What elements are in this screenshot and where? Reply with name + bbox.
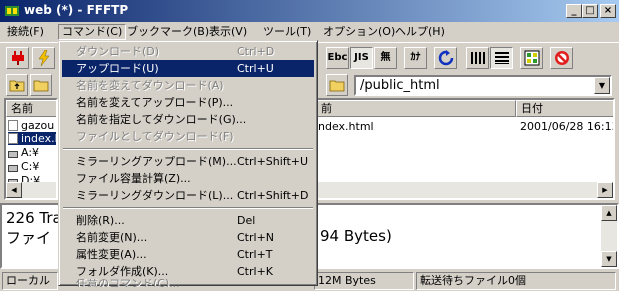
remote-hscrollbar[interactable]: ▶ <box>316 182 613 198</box>
menu-bar: 接続(F) コマンド(C) ブックマーク(B) 表示(V) ツール(T) オプシ… <box>0 22 619 41</box>
menu-upload[interactable]: アップロード(U) Ctrl+U <box>62 60 314 77</box>
remote-file-row[interactable]: ndex.html 2001/06/28 16:13 <box>318 120 613 133</box>
menu-download-as-file[interactable]: ファイルとしてダウンロード(F) <box>62 128 314 145</box>
remote-path-combobox[interactable]: /public_html ▼ <box>354 75 612 96</box>
remote-file-pane[interactable]: 前 日付 ndex.html 2001/06/28 16:13 ▶ <box>314 98 615 200</box>
stop-icon <box>554 51 569 65</box>
open-folder-icon <box>33 80 49 92</box>
up-folder-icon <box>9 80 25 92</box>
title-bar: web (*) - FFFTP _ □ × <box>0 0 619 22</box>
plug-icon <box>11 51 24 65</box>
remote-col-date-header[interactable]: 日付 <box>516 100 613 117</box>
remote-open-folder-button[interactable] <box>326 74 348 96</box>
connect-button[interactable] <box>6 47 29 69</box>
menu-separator <box>63 207 313 209</box>
menu-bookmark[interactable]: ブックマーク(B) <box>124 24 212 40</box>
file-icon <box>8 133 18 144</box>
sync-folders-icon <box>524 50 539 66</box>
menu-make-folder[interactable]: フォルダ作成(K)... Ctrl+K <box>62 263 314 280</box>
kana-button[interactable]: ｶﾅ <box>404 47 427 69</box>
menu-view[interactable]: 表示(V) <box>206 24 250 40</box>
lightning-icon <box>38 49 50 67</box>
list-view-icon <box>470 52 485 64</box>
menu-command[interactable]: コマンド(C) <box>58 24 127 40</box>
minimize-button[interactable]: _ <box>566 4 582 18</box>
remote-path-text: /public_html <box>360 78 440 93</box>
drive-icon <box>8 165 18 172</box>
status-local: ローカル <box>2 272 58 290</box>
refresh-icon <box>438 50 453 66</box>
menu-mirror-upload[interactable]: ミラーリングアップロード(M)... Ctrl+Shift+U <box>62 153 314 170</box>
detail-view-button[interactable] <box>490 47 513 69</box>
remote-path-dropdown-button[interactable]: ▼ <box>594 77 610 94</box>
menu-connect[interactable]: 接続(F) <box>4 24 47 40</box>
log-line-2: ファイ <box>6 229 52 247</box>
menu-help[interactable]: ヘルプ(H) <box>392 24 448 40</box>
menu-delete[interactable]: 削除(R)... Del <box>62 212 314 229</box>
refresh-button[interactable] <box>434 47 457 69</box>
open-folder-icon <box>329 80 345 92</box>
status-free-space: 12M Bytes <box>314 272 414 290</box>
no-convert-button[interactable]: 無 <box>374 47 397 69</box>
local-open-folder-button[interactable] <box>30 74 52 96</box>
drive-icon <box>8 151 18 158</box>
menu-calc-size[interactable]: ファイル容量計算(Z)... <box>62 170 314 187</box>
scroll-up-button[interactable]: ▲ <box>601 205 617 221</box>
local-drive-row[interactable]: C:¥ <box>8 160 39 173</box>
log-vscrollbar[interactable]: ▲ ▼ <box>601 205 617 267</box>
remote-col-name-header[interactable]: 前 <box>316 100 516 117</box>
command-menu-dropdown: ダウンロード(D) Ctrl+D アップロード(U) Ctrl+U 名前を変えて… <box>58 40 318 287</box>
scroll-left-button[interactable]: ◀ <box>6 182 22 198</box>
list-view-button[interactable] <box>466 47 489 69</box>
menu-options[interactable]: オプション(O) <box>320 24 398 40</box>
local-file-row[interactable]: gazou <box>8 119 54 132</box>
scroll-right-button[interactable]: ▶ <box>597 182 613 198</box>
log-line-3: 94 Bytes) <box>320 227 392 245</box>
menu-mirror-download[interactable]: ミラーリングダウンロード(L)... Ctrl+Shift+D <box>62 187 314 204</box>
menu-separator <box>63 148 313 150</box>
detail-view-icon <box>494 52 509 64</box>
menu-download-rename[interactable]: 名前を変えてダウンロード(A) <box>62 77 314 94</box>
ffftp-window: web (*) - FFFTP _ □ × 接続(F) コマンド(C) ブックマ… <box>0 0 619 291</box>
ffftp-app-icon[interactable] <box>4 4 20 18</box>
local-up-folder-button[interactable] <box>6 74 28 96</box>
local-col-name-header[interactable]: 名前 <box>6 100 56 117</box>
menu-tools[interactable]: ツール(T) <box>260 24 314 40</box>
status-queue: 転送待ちファイル0個 <box>416 272 616 290</box>
menu-download[interactable]: ダウンロード(D) Ctrl+D <box>62 43 314 60</box>
local-file-pane[interactable]: 名前 gazou index.h A:¥ C:¥ D:¥ ◀ <box>4 98 58 200</box>
quick-connect-button[interactable] <box>32 47 55 69</box>
log-line-1: 226 Tra <box>6 209 62 227</box>
close-button[interactable]: × <box>600 4 616 18</box>
sync-folders-button[interactable] <box>520 47 543 69</box>
maximize-button[interactable]: □ <box>582 4 598 18</box>
local-file-row-selected[interactable]: index.h <box>8 132 56 145</box>
menu-rename[interactable]: 名前変更(N)... Ctrl+N <box>62 229 314 246</box>
window-title: web (*) - FFFTP <box>24 3 129 17</box>
local-hscrollbar[interactable]: ◀ <box>6 182 56 198</box>
menu-upload-rename[interactable]: 名前を変えてアップロード(P)... <box>62 94 314 111</box>
menu-change-attributes[interactable]: 属性変更(A)... Ctrl+T <box>62 246 314 263</box>
local-drive-row[interactable]: A:¥ <box>8 146 39 159</box>
jis-button[interactable]: JIS <box>350 47 373 69</box>
file-icon <box>8 120 18 131</box>
scroll-down-button[interactable]: ▼ <box>601 251 617 267</box>
menu-download-name[interactable]: 名前を指定してダウンロード(G)... <box>62 111 314 128</box>
menu-custom-command[interactable]: 任意のコマンド(C)... <box>62 279 314 287</box>
abort-button[interactable] <box>550 47 573 69</box>
ebcdic-button[interactable]: Ebc <box>326 47 349 69</box>
